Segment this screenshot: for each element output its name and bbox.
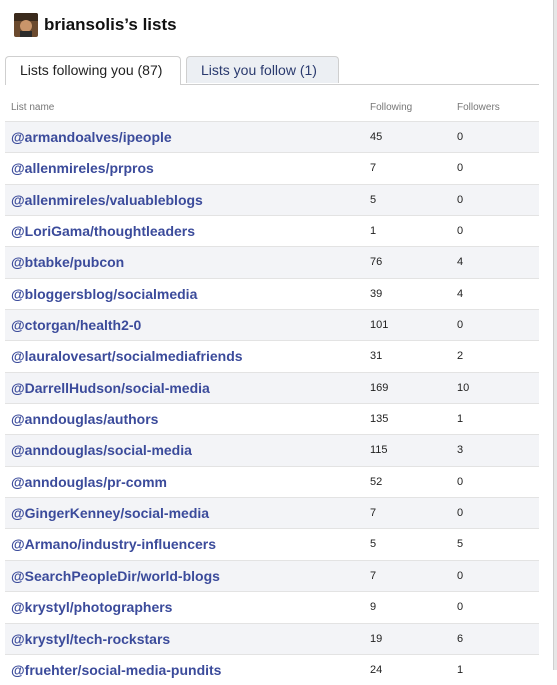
tab-lists-following-you[interactable]: Lists following you (87) — [5, 56, 181, 85]
avatar[interactable] — [14, 13, 38, 37]
table-body: @armandoalves/ipeople 45 0 @allenmireles/pr… — [5, 121, 539, 685]
followers-count: 5 — [457, 538, 464, 551]
list-name-link[interactable]: @allenmireles/valuableblogs — [11, 192, 203, 208]
table-row: @SearchPeopleDir/world-blogs 7 0 — [5, 559, 539, 592]
tab-lists-you-follow[interactable]: Lists you follow (1) — [186, 56, 339, 83]
following-count: 101 — [370, 319, 389, 332]
following-count: 7 — [370, 569, 377, 582]
table-row: @krystyl/tech-rockstars 19 6 — [5, 622, 539, 654]
list-name-link[interactable]: @anndouglas/pr-comm — [11, 474, 167, 490]
following-count: 39 — [370, 287, 383, 300]
list-name-link[interactable]: @DarrellHudson/social-media — [11, 380, 210, 396]
followers-count: 0 — [457, 601, 464, 614]
following-count: 169 — [370, 381, 389, 394]
following-count: 45 — [370, 131, 383, 143]
table-row: @anndouglas/social-media 115 3 — [5, 434, 539, 466]
page-title: briansolis’s lists — [44, 15, 177, 34]
list-name-link[interactable]: @ctorgan/health2-0 — [11, 317, 141, 333]
following-count: 31 — [370, 350, 383, 363]
followers-count: 10 — [457, 381, 470, 394]
list-name-link[interactable]: @anndouglas/authors — [11, 411, 158, 427]
list-name-link[interactable]: @Armano/industry-influencers — [11, 536, 216, 552]
window-edge — [553, 0, 557, 670]
followers-count: 4 — [457, 287, 464, 300]
followers-count: 0 — [457, 569, 464, 582]
followers-count: 0 — [457, 162, 464, 175]
following-count: 52 — [370, 475, 383, 488]
table-row: @krystyl/photographers 9 0 — [5, 591, 539, 622]
list-name-link[interactable]: @krystyl/tech-rockstars — [11, 631, 170, 647]
table-row: @ctorgan/health2-0 101 0 — [5, 309, 539, 341]
table-row: @Armano/industry-influencers 5 5 — [5, 528, 539, 559]
list-name-link[interactable]: @btabke/pubcon — [11, 254, 124, 270]
list-name-link[interactable]: @SearchPeopleDir/world-blogs — [11, 568, 220, 584]
followers-count: 4 — [457, 256, 464, 269]
following-count: 135 — [370, 413, 389, 426]
page-header: briansolis’s lists — [14, 10, 177, 40]
list-name-link[interactable]: @lauralovesart/socialmediafriends — [11, 348, 243, 364]
followers-count: 0 — [457, 225, 464, 238]
table-row: @anndouglas/authors 135 1 — [5, 403, 539, 434]
list-name-link[interactable]: @armandoalves/ipeople — [11, 129, 172, 145]
table-row: @LoriGama/thoughtleaders 1 0 — [5, 215, 539, 246]
followers-count: 6 — [457, 632, 464, 645]
following-count: 7 — [370, 162, 377, 175]
following-count: 5 — [370, 193, 377, 206]
table-row: @lauralovesart/socialmediafriends 31 2 — [5, 340, 539, 371]
following-count: 1 — [370, 225, 377, 238]
table-header: List name Following Followers — [5, 97, 539, 121]
table-row: @fruehter/social-media-pundits 24 1 — [5, 653, 539, 685]
table-row: @allenmireles/prpros 7 0 — [5, 152, 539, 183]
list-name-link[interactable]: @anndouglas/social-media — [11, 442, 192, 458]
following-count: 9 — [370, 601, 377, 614]
table-row: @btabke/pubcon 76 4 — [5, 246, 539, 278]
followers-count: 0 — [457, 193, 464, 206]
list-name-link[interactable]: @GingerKenney/social-media — [11, 505, 209, 521]
following-count: 5 — [370, 538, 377, 551]
following-count: 115 — [370, 444, 388, 457]
table-row: @GingerKenney/social-media 7 0 — [5, 497, 539, 529]
following-count: 76 — [370, 256, 383, 269]
list-name-link[interactable]: @LoriGama/thoughtleaders — [11, 223, 195, 239]
following-count: 19 — [370, 632, 383, 645]
followers-count: 0 — [457, 507, 464, 520]
table-row: @bloggersblog/socialmedia 39 4 — [5, 277, 539, 309]
list-name-link[interactable]: @bloggersblog/socialmedia — [11, 286, 197, 302]
column-header-following: Following — [370, 102, 413, 113]
followers-count: 3 — [457, 444, 464, 457]
lists-table: List name Following Followers @armandoal… — [5, 97, 539, 685]
table-row: @allenmireles/valuableblogs 5 0 — [5, 183, 539, 216]
table-row: @armandoalves/ipeople 45 0 — [5, 121, 539, 153]
followers-count: 2 — [457, 350, 464, 363]
list-name-link[interactable]: @allenmireles/prpros — [11, 160, 154, 176]
table-row: @anndouglas/pr-comm 52 0 — [5, 465, 539, 497]
table-row: @DarrellHudson/social-media 169 10 — [5, 371, 539, 404]
followers-count: 0 — [457, 131, 464, 143]
following-count: 7 — [370, 507, 377, 520]
followers-count: 0 — [457, 475, 464, 488]
followers-count: 1 — [457, 413, 464, 426]
followers-count: 0 — [457, 319, 464, 332]
tab-bar: Lists following you (87) Lists you follo… — [5, 56, 539, 85]
column-header-list-name: List name — [11, 102, 55, 113]
column-header-followers: Followers — [457, 102, 500, 113]
list-name-link[interactable]: @krystyl/photographers — [11, 599, 172, 615]
